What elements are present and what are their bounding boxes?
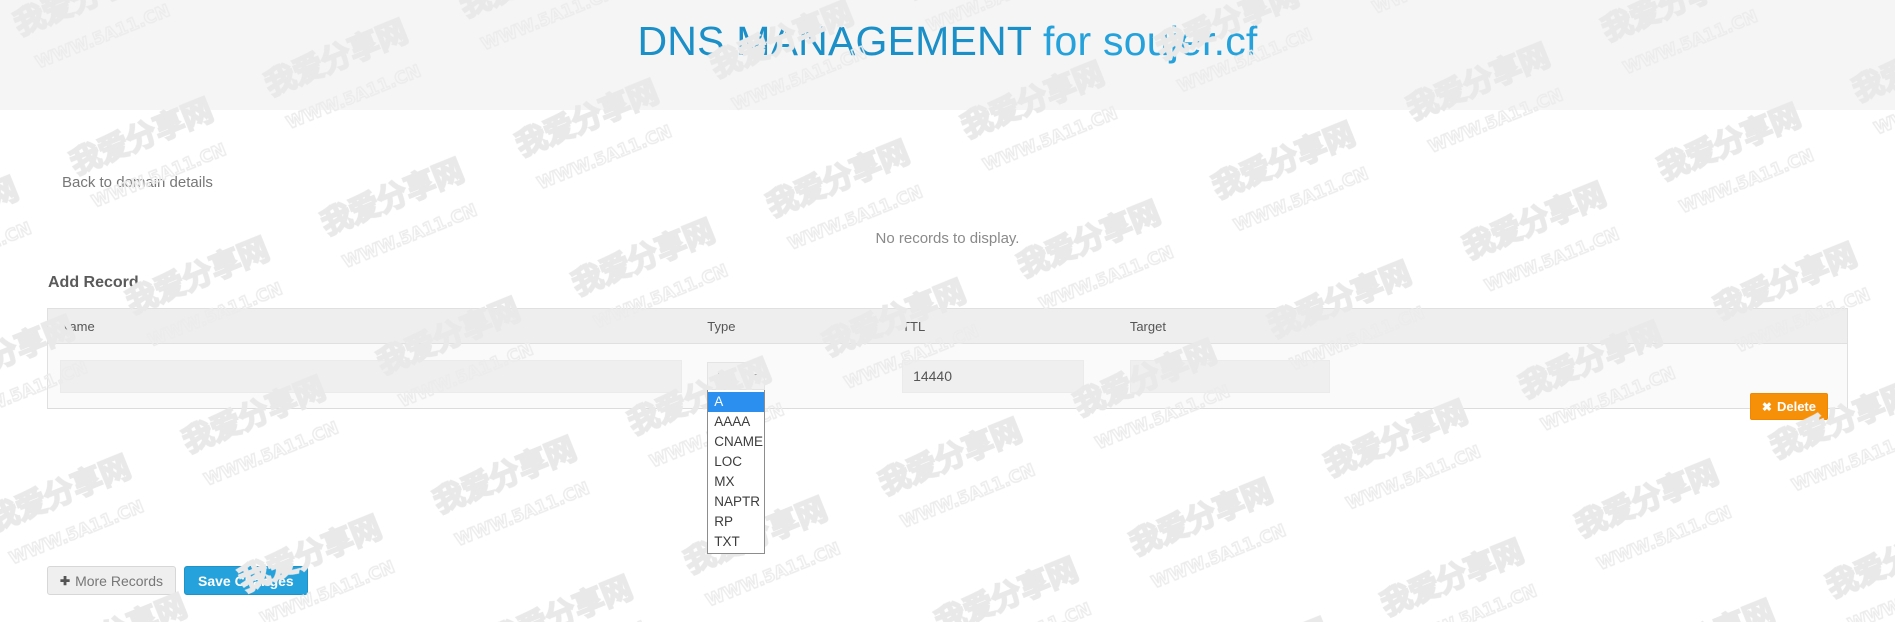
record-type-option-list[interactable]: A AAAA CNAME LOC MX NAPTR RP TXT (707, 390, 766, 554)
column-header-target: Target (1129, 318, 1166, 334)
page-title: DNS MANAGEMENT for soujer.cf (0, 18, 1895, 65)
save-changes-label: Save Changes (197, 572, 294, 589)
record-type-option-mx[interactable]: MX (708, 472, 764, 492)
chevron-down-icon (747, 374, 758, 380)
record-type-selected-value: A (715, 368, 724, 384)
main-content: Back to domain details No records to dis… (0, 110, 1895, 622)
dns-records-table: Name Type TTL Target A A AAAA CNAME LOC … (47, 308, 1848, 554)
record-type-select[interactable]: A (707, 362, 766, 390)
close-x-icon: ✖ (1761, 399, 1772, 414)
delete-record-label: Delete (1776, 399, 1816, 414)
record-type-option-rp[interactable]: RP (708, 512, 764, 532)
record-type-option-cname[interactable]: CNAME (708, 432, 764, 452)
record-type-option-a[interactable]: A (708, 392, 765, 412)
cell-name (48, 359, 695, 393)
cell-target (1118, 359, 1528, 393)
record-type-option-naptr[interactable]: NAPTR (708, 492, 764, 512)
page-header-band: DNS MANAGEMENT for soujer.cf (0, 0, 1895, 110)
column-header-name: Name (60, 318, 95, 334)
record-target-input[interactable] (1129, 359, 1330, 393)
more-records-label: More Records (75, 572, 163, 589)
save-changes-button[interactable]: Save Changes (183, 566, 308, 595)
column-header-ttl: TTL (902, 318, 926, 334)
record-type-select-wrapper: A A AAAA CNAME LOC MX NAPTR RP TXT (707, 362, 766, 554)
record-type-option-loc[interactable]: LOC (708, 452, 764, 472)
record-type-option-txt[interactable]: TXT (708, 532, 764, 552)
form-action-buttons: ✚ More Records Save Changes (47, 566, 308, 595)
column-header-type: Type (707, 318, 736, 334)
page-title-suffix: for soujer.cf (1031, 18, 1258, 64)
record-name-input[interactable] (60, 359, 682, 393)
no-records-message: No records to display. (875, 230, 1020, 247)
table-header-row: Name Type TTL Target (48, 309, 1847, 344)
add-record-heading: Add Record (48, 274, 139, 291)
more-records-button[interactable]: ✚ More Records (47, 566, 176, 595)
record-type-option-aaaa[interactable]: AAAA (708, 412, 764, 432)
back-to-domain-details-link[interactable]: Back to domain details (62, 174, 213, 191)
record-ttl-input[interactable] (902, 359, 1085, 393)
cell-type: A A AAAA CNAME LOC MX NAPTR RP TXT (695, 362, 890, 554)
page-title-prefix: DNS MANAGEMENT (637, 18, 1032, 64)
plus-icon: ✚ (60, 573, 71, 588)
table-row: A A AAAA CNAME LOC MX NAPTR RP TXT 14440… (48, 344, 1847, 554)
cell-ttl (890, 359, 1118, 393)
delete-record-button[interactable]: ✖ Delete (1749, 393, 1828, 420)
